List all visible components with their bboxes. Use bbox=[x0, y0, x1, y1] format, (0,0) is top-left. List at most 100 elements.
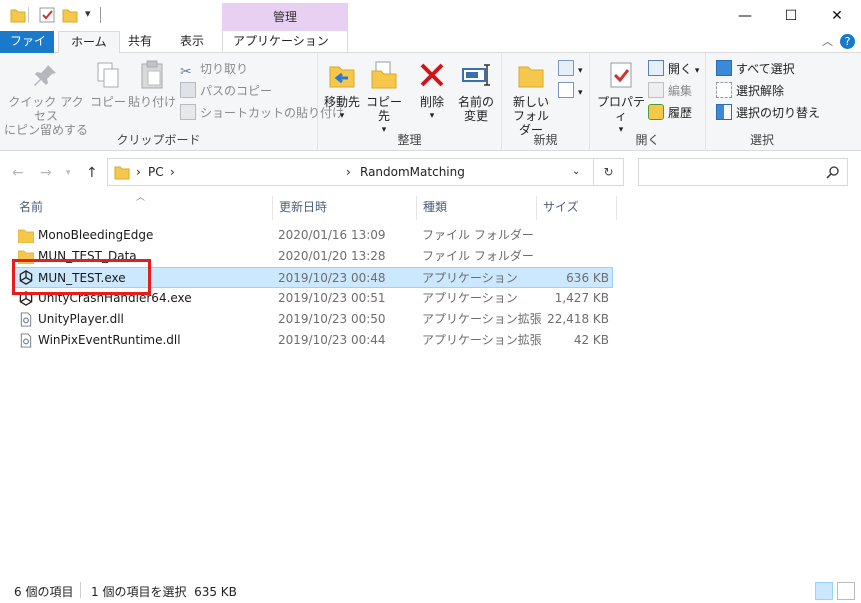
paste-button[interactable]: 貼り付け bbox=[128, 59, 176, 109]
file-row[interactable]: MonoBleedingEdge 2020/01/16 13:09 ファイル フ… bbox=[12, 225, 613, 246]
open-button[interactable]: 開く ▾ bbox=[648, 59, 699, 79]
file-size: 636 KB bbox=[566, 271, 609, 285]
invert-selection-button[interactable]: 選択の切り替え bbox=[716, 103, 820, 123]
file-row[interactable]: MUN_TEST_Data 2020/01/20 13:28 ファイル フォルダ… bbox=[12, 246, 613, 267]
chevron-down-icon: ▾ bbox=[692, 66, 700, 76]
new-folder-button[interactable]: 新しい フォルダー bbox=[508, 59, 554, 137]
breadcrumb-pc[interactable]: PC bbox=[148, 159, 164, 185]
open-icon bbox=[648, 60, 664, 76]
organize-group-label: 整理 bbox=[397, 133, 422, 147]
chevron-down-icon: ▾ bbox=[578, 66, 583, 76]
history-icon bbox=[648, 104, 664, 120]
dll-icon bbox=[20, 312, 32, 327]
forward-arrow-icon[interactable]: → bbox=[40, 165, 52, 181]
history-button[interactable]: 履歴 bbox=[648, 103, 692, 123]
properties-label: プロパティ bbox=[596, 95, 645, 123]
file-row-selected[interactable]: MUN_TEST.exe 2019/10/23 00:48 アプリケーション 6… bbox=[12, 267, 613, 288]
tab-application-tools[interactable]: アプリケーション ツール bbox=[222, 31, 348, 69]
tab-view[interactable]: 表示 bbox=[168, 31, 216, 53]
maximize-button[interactable]: ☐ bbox=[768, 0, 814, 31]
copy-path-button[interactable]: パスのコピー bbox=[180, 81, 272, 101]
column-header-type[interactable]: 種類 bbox=[423, 196, 447, 218]
edit-button[interactable]: 編集 bbox=[648, 81, 692, 101]
status-separator bbox=[80, 582, 81, 598]
minimize-button[interactable]: — bbox=[722, 0, 768, 31]
refresh-button[interactable]: ↻ bbox=[594, 158, 624, 186]
move-to-button[interactable]: 移動先 ▾ bbox=[322, 59, 362, 123]
properties-icon[interactable] bbox=[38, 6, 56, 24]
folder-icon bbox=[10, 9, 26, 23]
open-group: プロパティ ▾ 開く ▾ 編集 履歴 開く bbox=[590, 53, 706, 151]
file-size: 22,418 KB bbox=[547, 312, 609, 326]
file-type: ファイル フォルダー bbox=[422, 228, 534, 242]
cut-label: 切り取り bbox=[200, 62, 249, 76]
column-header-name[interactable]: 名前 bbox=[19, 196, 43, 218]
chevron-down-icon: ▾ bbox=[429, 111, 435, 121]
properties-button[interactable]: プロパティ ▾ bbox=[596, 59, 646, 137]
file-date: 2019/10/23 00:51 bbox=[278, 291, 386, 305]
tab-home[interactable]: ホーム bbox=[58, 31, 120, 54]
recent-locations-icon[interactable]: ▾ bbox=[66, 168, 71, 178]
invert-selection-icon bbox=[716, 104, 732, 120]
file-name: MonoBleedingEdge bbox=[38, 228, 154, 242]
customize-quick-access-icon[interactable]: ▾ bbox=[85, 7, 91, 25]
select-all-button[interactable]: すべて選択 bbox=[716, 59, 795, 79]
breadcrumb-separator[interactable]: › bbox=[136, 159, 141, 185]
cut-button[interactable]: ✂ 切り取り bbox=[180, 59, 249, 80]
close-button[interactable]: ✕ bbox=[814, 0, 860, 31]
select-all-icon bbox=[716, 60, 732, 76]
back-arrow-icon[interactable]: ← bbox=[12, 165, 24, 181]
file-row[interactable]: UnityPlayer.dll 2019/10/23 00:50 アプリケーショ… bbox=[12, 309, 613, 330]
copy-to-label: コピー先 bbox=[365, 95, 402, 123]
collapse-ribbon-icon[interactable]: ︿ bbox=[822, 33, 833, 49]
pin-quick-access-button[interactable]: クイック アクセス にピン留めする bbox=[4, 59, 88, 137]
pin-icon bbox=[34, 65, 56, 86]
file-type: アプリケーション bbox=[422, 291, 518, 305]
column-divider[interactable] bbox=[616, 196, 617, 220]
file-row[interactable]: UnityCrashHandler64.exe 2019/10/23 00:51… bbox=[12, 288, 613, 309]
large-icons-view-button[interactable] bbox=[837, 582, 855, 600]
new-item-button[interactable]: ▾ bbox=[558, 59, 583, 79]
rename-button[interactable]: 名前の 変更 bbox=[454, 59, 498, 123]
folder-icon bbox=[18, 229, 34, 243]
new-folder-label-1: 新しい bbox=[512, 95, 549, 109]
column-divider[interactable] bbox=[536, 196, 537, 220]
breadcrumb-separator[interactable]: › bbox=[346, 159, 351, 185]
details-view-button[interactable] bbox=[815, 582, 833, 600]
file-name: UnityPlayer.dll bbox=[38, 312, 124, 326]
history-label: 履歴 bbox=[668, 106, 693, 120]
tab-file[interactable]: ファイル bbox=[0, 31, 54, 69]
column-divider[interactable] bbox=[416, 196, 417, 220]
delete-icon bbox=[420, 63, 444, 87]
open-label: 開く bbox=[668, 62, 693, 76]
chevron-down-icon[interactable]: ⌄ bbox=[572, 159, 580, 185]
delete-button[interactable]: 削除 ▾ bbox=[412, 59, 452, 123]
properties-icon bbox=[610, 62, 632, 88]
easy-access-button[interactable]: ▾ bbox=[558, 81, 583, 101]
selection-info: 1 個の項目を選択 635 KB bbox=[91, 585, 237, 599]
file-type: ファイル フォルダー bbox=[422, 249, 534, 263]
file-row[interactable]: WinPixEventRuntime.dll 2019/10/23 00:44 … bbox=[12, 330, 613, 351]
tab-share[interactable]: 共有 bbox=[116, 31, 164, 53]
up-arrow-icon[interactable]: ↑ bbox=[86, 165, 98, 181]
paste-icon bbox=[141, 60, 163, 89]
breadcrumb-randommatching[interactable]: RandomMatching bbox=[360, 159, 465, 185]
column-header-size[interactable]: サイズ bbox=[543, 196, 579, 218]
ribbon: クイック アクセス にピン留めする コピー 貼り付け ✂ 切り取り パスのコピー … bbox=[0, 53, 861, 151]
new-folder-icon[interactable] bbox=[62, 6, 78, 24]
tab-manage[interactable]: 管理 bbox=[222, 3, 348, 31]
new-group-label: 新規 bbox=[533, 133, 558, 147]
column-divider[interactable] bbox=[272, 196, 273, 220]
column-header-date[interactable]: 更新日時 bbox=[279, 196, 327, 218]
unity-icon bbox=[19, 270, 33, 285]
copy-button[interactable]: コピー bbox=[90, 59, 126, 109]
select-none-button[interactable]: 選択解除 bbox=[716, 81, 784, 101]
search-input[interactable] bbox=[638, 158, 848, 186]
address-bar[interactable]: › PC › › RandomMatching ⌄ bbox=[107, 158, 594, 186]
copy-to-button[interactable]: コピー先 ▾ bbox=[364, 59, 404, 137]
breadcrumb-separator[interactable]: › bbox=[170, 159, 175, 185]
select-group-label: 選択 bbox=[749, 133, 774, 147]
help-icon[interactable]: ? bbox=[840, 34, 855, 49]
sort-ascending-icon: ︿ bbox=[136, 193, 146, 203]
file-name: WinPixEventRuntime.dll bbox=[38, 333, 181, 347]
